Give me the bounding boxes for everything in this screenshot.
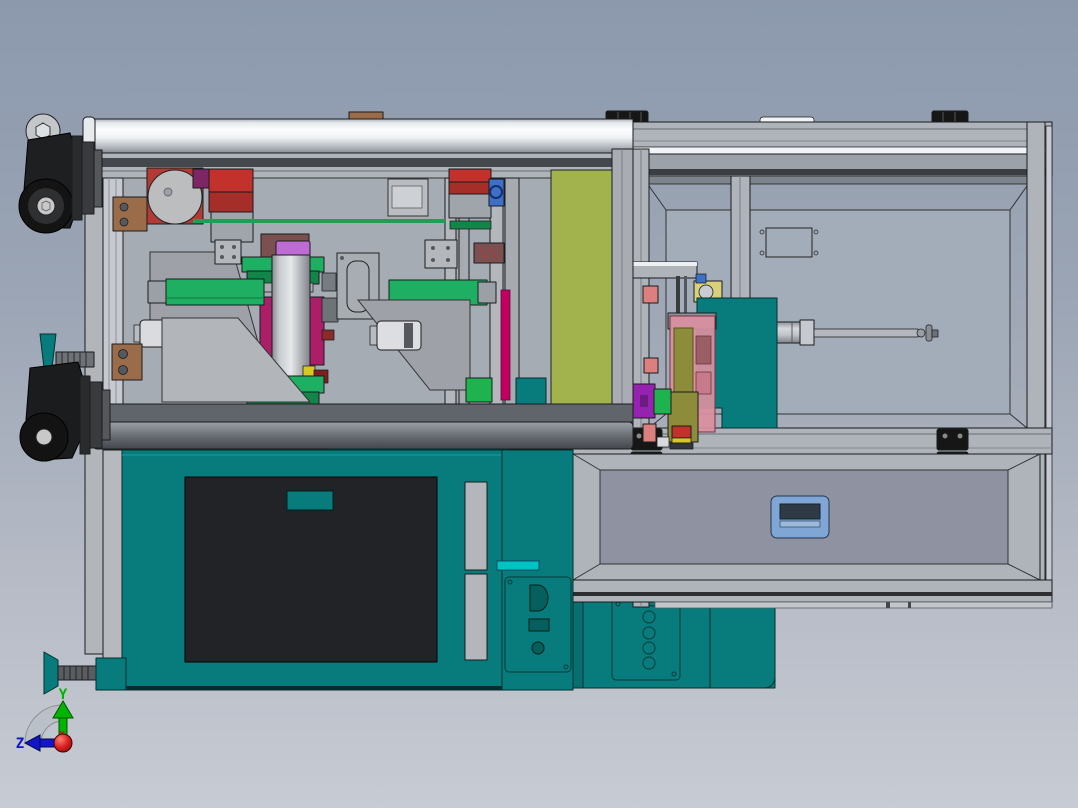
wheel-hub <box>36 196 56 216</box>
guide-rod <box>676 276 680 316</box>
belt-line <box>193 219 445 223</box>
violet-coupler <box>275 240 311 257</box>
mount-plate <box>111 343 143 381</box>
bolt-block-left[interactable] <box>214 239 242 265</box>
panel-handle[interactable] <box>286 490 334 511</box>
sensor-block[interactable] <box>643 357 659 374</box>
handle-slot <box>779 503 821 520</box>
lower-rail[interactable] <box>92 403 634 423</box>
air-cylinder-right[interactable] <box>369 320 422 351</box>
green-block[interactable] <box>465 377 493 403</box>
guide-rod <box>684 276 687 316</box>
window-top-rail <box>648 175 1028 185</box>
rod-tip-nub <box>931 329 939 338</box>
cabinet-left-column <box>102 449 124 665</box>
round-cutout <box>531 641 545 655</box>
teal-fin <box>39 333 57 369</box>
screw <box>118 349 128 359</box>
cad-viewport[interactable]: Y Z x <box>0 0 1078 808</box>
cyan-strip <box>496 560 540 571</box>
blue-bearing[interactable] <box>488 178 505 207</box>
olive-panel[interactable] <box>550 169 613 407</box>
bolt-block-right[interactable] <box>424 239 458 269</box>
beam-slot <box>633 169 1052 175</box>
rod-coupler <box>799 319 815 346</box>
red-block-left[interactable] <box>208 168 254 243</box>
beam-highlight <box>632 146 1053 155</box>
enclosure-bottom-beam[interactable] <box>559 579 1053 603</box>
gray-inset-bottom <box>464 573 488 661</box>
door-handle[interactable] <box>770 495 830 539</box>
screw <box>119 202 129 212</box>
rod-tip-disc <box>925 324 933 342</box>
foot-pad <box>43 651 59 695</box>
right-enclosure-frame[interactable] <box>559 110 1053 609</box>
handle-lip <box>779 520 821 528</box>
blue-fitting <box>695 273 707 284</box>
hinge-clip-top-right[interactable] <box>931 110 969 124</box>
roller-arm-left[interactable] <box>147 278 265 306</box>
roller-beam[interactable] <box>84 118 634 154</box>
origin-ball[interactable] <box>53 733 73 753</box>
dark-beam[interactable] <box>92 421 634 450</box>
rod-tip-ball <box>916 328 926 338</box>
beam-slot <box>560 592 1052 596</box>
screw <box>118 365 128 375</box>
pink-strip <box>500 289 511 401</box>
axis-triad[interactable]: Y Z x <box>16 687 74 753</box>
d-cutout <box>529 584 549 612</box>
sensor-block[interactable] <box>642 285 659 304</box>
sensor-block[interactable] <box>642 423 657 443</box>
leveling-foot[interactable] <box>43 651 127 695</box>
gray-inset-top <box>464 481 488 571</box>
screw <box>119 217 129 227</box>
green-cylinder[interactable] <box>653 388 672 415</box>
bottom-strip <box>654 601 1053 609</box>
cad-scene[interactable]: Y Z x <box>0 0 1078 808</box>
enclosure-top-beam[interactable] <box>632 121 1053 150</box>
rect-cutout <box>528 618 550 632</box>
red-ring-stack[interactable] <box>669 425 694 450</box>
white-cap <box>656 436 670 448</box>
enclosure-door[interactable] <box>572 453 1041 581</box>
pulley-unit[interactable] <box>146 167 212 225</box>
base-cabinet[interactable] <box>102 449 574 691</box>
gray-box[interactable] <box>387 178 429 217</box>
y-axis-label: Y <box>59 687 68 703</box>
purple-block <box>192 168 212 189</box>
rod-shaft <box>813 328 919 338</box>
wheel-hub <box>35 428 53 446</box>
motor-mount-bracket[interactable] <box>112 196 148 232</box>
maroon-block-small[interactable] <box>473 242 505 264</box>
z-axis-label: Z <box>16 736 24 752</box>
post-right-edge <box>1045 125 1053 608</box>
rail-slot <box>85 158 633 167</box>
foot-mount-block <box>95 657 127 691</box>
